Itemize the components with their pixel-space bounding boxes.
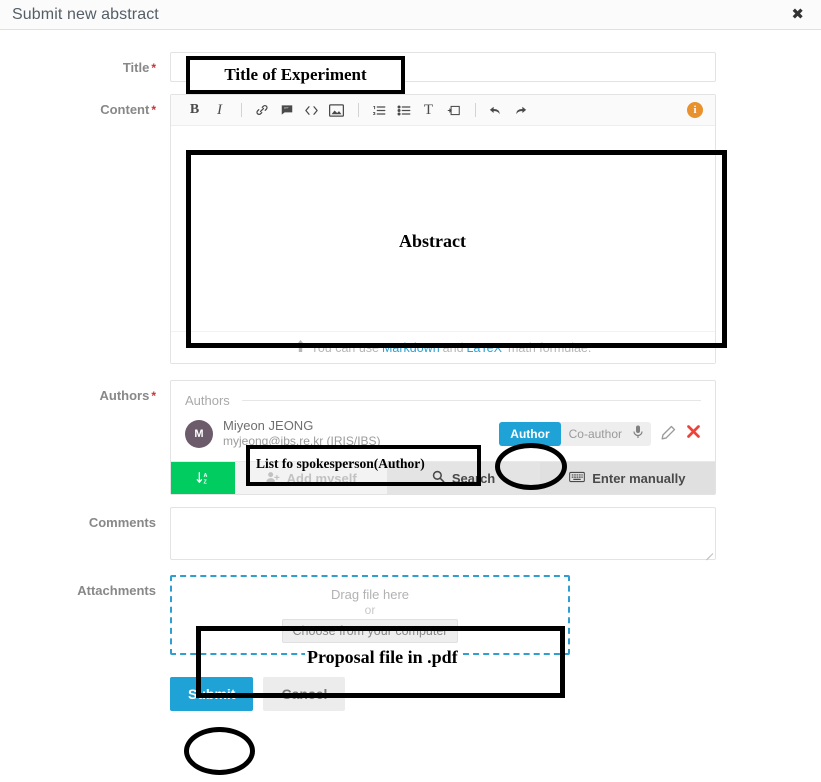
author-list-item: M Miyeon JEONG myjeong@ibs.re.kr (IRIS/I…	[171, 408, 715, 461]
authors-action-bar: AZ Add myself Search Enter manually	[171, 461, 715, 495]
submit-button[interactable]: Submit	[170, 677, 254, 712]
required-asterisk: *	[151, 61, 156, 75]
ordered-list-icon[interactable]	[367, 99, 390, 121]
editor-footer: You can use Markdown and LaTeX math form…	[171, 331, 715, 363]
enter-manually-label: Enter manually	[592, 470, 686, 486]
microphone-icon[interactable]	[631, 425, 651, 442]
editor-footer-and: and	[442, 340, 464, 355]
italic-icon[interactable]: I	[208, 99, 231, 121]
add-myself-button[interactable]: Add myself	[235, 462, 388, 495]
close-icon[interactable]: ✖	[788, 5, 807, 24]
footer-row: Submit Cancel	[0, 677, 821, 712]
avatar: M	[185, 419, 213, 448]
editor-toolbar: B I “” T i	[171, 95, 715, 126]
comments-row: Comments	[0, 507, 821, 563]
search-icon	[432, 470, 445, 486]
editor-textarea[interactable]	[171, 126, 715, 331]
footer-buttons-wrap: Submit Cancel	[170, 677, 716, 712]
author-email: myjeong@ibs.re.kr (IRIS/IBS)	[223, 434, 381, 449]
modal-header: Submit new abstract ✖	[0, 0, 821, 30]
attachments-label: Attachments	[0, 575, 170, 655]
sort-authors-button[interactable]: AZ	[171, 462, 235, 495]
required-asterisk: *	[151, 389, 156, 403]
undo-icon[interactable]	[484, 99, 507, 121]
svg-text:“”: “”	[283, 106, 288, 113]
file-dropzone[interactable]: Drag file here or Choose from your compu…	[170, 575, 570, 656]
comments-label: Comments	[0, 507, 170, 563]
link-icon[interactable]	[250, 99, 273, 121]
attachments-label-text: Attachments	[77, 583, 156, 599]
footer-spacer	[0, 677, 170, 711]
add-person-icon	[266, 471, 280, 486]
info-icon[interactable]: i	[687, 102, 703, 118]
choose-file-button[interactable]: Choose from your computer	[281, 619, 459, 644]
editor-footer-suffix: math formulae.	[507, 340, 592, 355]
authors-legend: Authors	[171, 381, 715, 408]
content-row: Content * B I “” T i You can use Markdow…	[0, 94, 821, 364]
code-icon[interactable]	[300, 99, 323, 121]
role-author-option[interactable]: Author	[499, 421, 561, 446]
svg-text:Z: Z	[203, 479, 207, 485]
title-row: Title *	[0, 52, 821, 82]
author-info: Miyeon JEONG myjeong@ibs.re.kr (IRIS/IBS…	[223, 418, 499, 449]
title-label-text: Title	[122, 60, 150, 75]
role-coauthor-option[interactable]: Co-author	[561, 427, 631, 441]
latex-link[interactable]: LaTeX	[467, 341, 502, 355]
legend-divider	[241, 400, 701, 401]
author-role-toggle[interactable]: Author Co-author	[499, 421, 651, 446]
redo-icon[interactable]	[509, 99, 532, 121]
keyboard-icon	[569, 471, 586, 486]
title-label: Title *	[0, 52, 170, 82]
toolbar-divider	[475, 103, 476, 117]
abstract-form: Title * Content * B I “” T i You can use…	[0, 30, 821, 712]
authors-field-wrap: Authors M Miyeon JEONG myjeong@ibs.re.kr…	[170, 380, 716, 496]
content-label-text: Content	[100, 102, 150, 117]
authors-panel: Authors M Miyeon JEONG myjeong@ibs.re.kr…	[170, 380, 716, 496]
title-input[interactable]	[170, 52, 716, 82]
annotation-submit-ellipse	[184, 727, 255, 775]
attachments-field-wrap: Drag file here or Choose from your compu…	[170, 575, 716, 656]
bold-icon[interactable]: B	[183, 99, 206, 121]
page-title: Submit new abstract	[12, 5, 159, 23]
form-actions: Submit Cancel	[170, 677, 716, 712]
image-icon[interactable]	[325, 99, 348, 121]
attachments-row: Attachments Drag file here or Choose fro…	[0, 575, 821, 656]
comments-label-text: Comments	[88, 515, 156, 531]
search-author-button[interactable]: Search	[387, 462, 540, 495]
enter-manually-button[interactable]: Enter manually	[539, 462, 715, 495]
markdown-link[interactable]: Markdown	[382, 341, 440, 355]
heading-icon[interactable]: T	[417, 99, 440, 121]
required-asterisk: *	[151, 103, 156, 117]
drag-file-here-text: Drag file here	[330, 587, 410, 603]
authors-row: Authors * Authors M Miyeon JEONG myjeong@…	[0, 380, 821, 496]
authors-label-text: Authors	[99, 388, 150, 403]
svg-text:A: A	[203, 473, 207, 479]
toolbar-divider	[241, 103, 242, 117]
authors-label: Authors *	[0, 380, 170, 495]
delete-author-icon[interactable]	[686, 424, 701, 444]
quote-icon[interactable]: “”	[275, 99, 298, 121]
editor-footer-prefix: You can use	[310, 340, 379, 355]
markdown-editor: B I “” T i You can use Markdown and LaTe…	[170, 94, 716, 364]
content-label: Content *	[0, 94, 170, 364]
comments-field-wrap	[170, 507, 716, 563]
title-field-wrap	[170, 52, 716, 82]
cancel-button[interactable]: Cancel	[263, 677, 346, 712]
toolbar-divider	[358, 103, 359, 117]
authors-legend-text: Authors	[185, 393, 230, 408]
unordered-list-icon[interactable]	[392, 99, 415, 121]
author-name: Miyeon JEONG	[223, 418, 314, 433]
comments-textarea[interactable]	[170, 507, 716, 561]
search-label: Search	[451, 470, 496, 486]
add-myself-label: Add myself	[286, 470, 357, 486]
dropzone-or-text: or	[364, 603, 376, 618]
edit-author-icon[interactable]	[661, 425, 676, 443]
content-field-wrap: B I “” T i You can use Markdown and LaTe…	[170, 94, 716, 364]
indent-icon[interactable]	[442, 99, 465, 121]
upload-arrow-icon	[295, 340, 306, 355]
